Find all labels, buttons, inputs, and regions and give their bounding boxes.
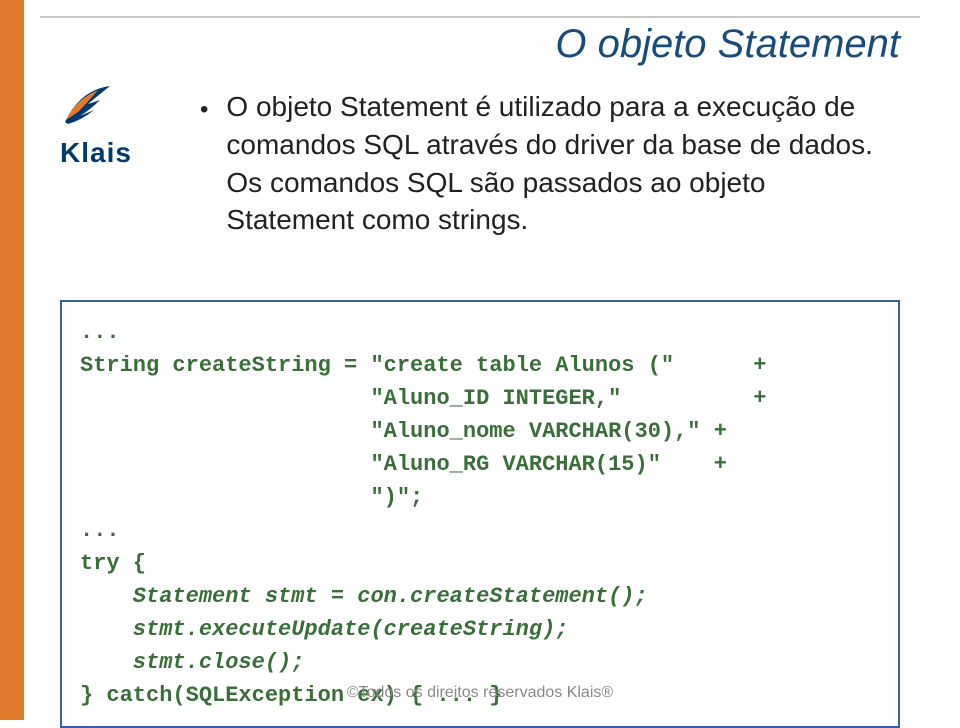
klais-bird-icon [60,80,120,130]
code-line-8: try { [80,547,880,580]
code-line-7: ... [80,514,880,547]
code-line-1: ... [80,316,880,349]
copyright-footer: ©Todos os direitos reservados Klais® [0,684,960,702]
slide-title: O objeto Statement [555,22,900,67]
code-line-2: String createString = "create table Alun… [80,349,880,382]
bullet-text: O objeto Statement é utilizado para a ex… [226,88,890,239]
code-line-6: ")"; [80,481,880,514]
bullet-content: • O objeto Statement é utilizado para a … [200,88,890,239]
code-snippet-box: ... String createString = "create table … [60,300,900,728]
logo-block: Klais [60,80,200,169]
code-line-11: stmt.close(); [80,646,880,679]
bullet-dot-icon: • [200,94,208,126]
code-line-3: "Aluno_ID INTEGER," + [80,382,880,415]
code-line-4: "Aluno_nome VARCHAR(30)," + [80,415,880,448]
left-accent-bar [0,0,24,720]
header-divider [40,16,920,18]
code-line-5: "Aluno_RG VARCHAR(15)" + [80,448,880,481]
code-line-10: stmt.executeUpdate(createString); [80,613,880,646]
code-line-9: Statement stmt = con.createStatement(); [80,580,880,613]
logo-text: Klais [60,137,200,169]
